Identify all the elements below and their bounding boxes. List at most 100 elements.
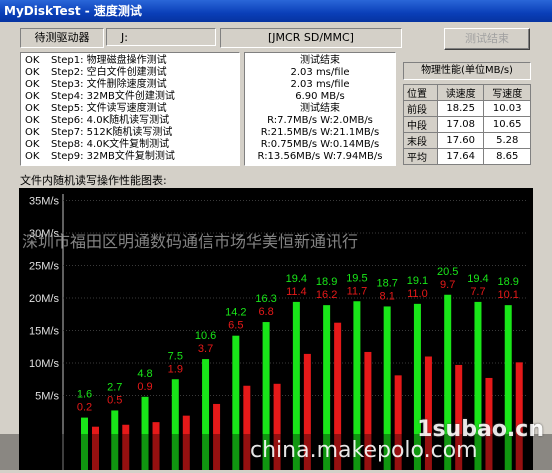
write-value-label: 11.0 (407, 288, 428, 300)
end-test-button[interactable]: 测试结束 (444, 28, 530, 50)
drive-row: 待测驱动器 J: [JMCR SD/MMC] 测试结束 (20, 28, 532, 50)
step-status: OK (25, 103, 40, 114)
step-result: R:13.56MB/s W:7.94MB/s (257, 151, 383, 162)
write-value-label: 0.9 (137, 381, 152, 393)
window-title: MyDiskTest - 速度测试 (0, 0, 552, 22)
perf-read: 17.08 (436, 116, 485, 133)
write-value-label: 0.2 (77, 402, 92, 414)
perf-position: 中段 (403, 116, 438, 133)
drive-name: [JMCR SD/MMC] (220, 28, 402, 48)
step-status: OK (25, 67, 40, 78)
watermark-site1: 1subao.cn (417, 417, 544, 442)
step-name: Step4: 32MB文件创建测试 (51, 91, 175, 102)
chart-title: 文件内随机读写操作性能图表: (20, 174, 167, 187)
step-name: Step3: 文件删除速度测试 (51, 79, 167, 90)
step-row: OK Step5: 文件读写速度测试 (25, 103, 167, 115)
perf-position: 平均 (403, 148, 438, 165)
read-value-label: 19.1 (407, 275, 428, 287)
step-result: R:0.75MB/s W:0.14MB/s (260, 139, 380, 150)
step-result: 测试结束 (300, 103, 340, 114)
read-value-label: 18.9 (316, 276, 337, 288)
read-value-label: 20.5 (437, 266, 458, 278)
perf-write: 10.65 (483, 116, 531, 133)
watermark-shop: 深圳市福田区明通数码通信市场华美恒新通讯行 (22, 232, 359, 251)
read-value-label: 19.4 (286, 273, 307, 285)
step-status: OK (25, 79, 40, 90)
perf-write: 5.28 (483, 132, 531, 149)
perf-write: 10.03 (483, 100, 531, 117)
read-value-label: 18.7 (376, 277, 397, 289)
step-row: OK Step3: 文件删除速度测试 (25, 79, 167, 91)
step-status: OK (25, 151, 40, 162)
write-value-label: 11.4 (286, 286, 307, 298)
step-status: OK (25, 115, 40, 126)
write-value-label: 0.5 (107, 394, 122, 406)
perf-row: 平均 17.64 8.65 (403, 148, 531, 165)
step-status: OK (25, 91, 40, 102)
step-row: OK Step4: 32MB文件创建测试 (25, 91, 175, 103)
step-status: OK (25, 55, 40, 66)
write-value-label: 10.1 (498, 289, 519, 301)
write-value-label: 8.1 (380, 290, 395, 302)
write-value-label: 6.8 (258, 306, 273, 318)
perf-position: 前段 (403, 100, 438, 117)
step-row: OK Step6: 4.0K随机读写测试 (25, 115, 169, 127)
step-row: OK Step8: 4.0K文件复制测试 (25, 139, 169, 151)
step-result: 2.03 ms/file (290, 67, 350, 78)
step-name: Step6: 4.0K随机读写测试 (51, 115, 170, 126)
perf-row: 前段 18.25 10.03 (403, 100, 531, 117)
y-tick-label: 25M/s (29, 261, 59, 273)
drive-label: 待测驱动器 (20, 28, 104, 48)
write-value-label: 11.7 (347, 285, 368, 297)
y-tick-label: 10M/s (29, 358, 59, 370)
read-value-label: 7.5 (168, 350, 183, 362)
y-tick-label: 15M/s (29, 326, 59, 338)
perf-header-position: 位置 (403, 84, 438, 101)
perf-title: 物理性能(单位MB/s) (403, 62, 531, 80)
step-result: 2.03 ms/file (290, 79, 350, 90)
step-status: OK (25, 139, 40, 150)
read-value-label: 14.2 (225, 307, 246, 319)
y-tick-label: 35M/s (29, 196, 59, 208)
perf-row: 末段 17.60 5.28 (403, 132, 531, 149)
read-value-label: 18.9 (498, 276, 519, 288)
perf-read: 17.60 (436, 132, 485, 149)
perf-position: 末段 (403, 132, 438, 149)
step-status: OK (25, 127, 40, 138)
step-name: Step8: 4.0K文件复制测试 (51, 139, 170, 150)
perf-read: 17.64 (436, 148, 485, 165)
y-tick-label: 5M/s (35, 391, 59, 403)
perf-table: 位置 读速度 写速度 前段 18.25 10.03 中段 17.08 10.65… (403, 84, 531, 165)
read-value-label: 2.7 (107, 381, 122, 393)
step-row: OK Step7: 512K随机读写测试 (25, 127, 172, 139)
write-value-label: 16.2 (316, 289, 337, 301)
step-name: Step5: 文件读写速度测试 (51, 103, 167, 114)
write-value-label: 7.7 (470, 286, 485, 298)
perf-row: 中段 17.08 10.65 (403, 116, 531, 133)
step-result: 测试结束 (300, 55, 340, 66)
read-value-label: 10.6 (195, 330, 216, 342)
step-result: R:7.7MB/s W:2.0MB/s (267, 115, 373, 126)
read-value-label: 16.3 (255, 293, 276, 305)
step-row: OK Step9: 32MB文件复制测试 (25, 151, 175, 163)
step-result: R:21.5MB/s W:21.1MB/s (260, 127, 380, 138)
perf-header-read: 读速度 (436, 84, 485, 101)
steps-panel: OK Step1: 物理磁盘操作测试 OK Step2: 空白文件创建测试 OK Step… (20, 52, 240, 166)
write-value-label: 3.7 (198, 343, 213, 355)
y-tick-label: 20M/s (29, 293, 59, 305)
read-value-label: 1.6 (77, 389, 92, 401)
drive-letter: J: (106, 28, 216, 46)
perf-write: 8.65 (483, 148, 531, 165)
write-value-label: 1.9 (168, 363, 183, 375)
write-value-label: 6.5 (228, 320, 243, 332)
perf-read: 18.25 (436, 100, 485, 117)
step-row: OK Step1: 物理磁盘操作测试 (25, 55, 167, 67)
read-value-label: 19.4 (467, 273, 488, 285)
step-name: Step1: 物理磁盘操作测试 (51, 55, 167, 66)
step-name: Step9: 32MB文件复制测试 (51, 151, 175, 162)
step-row: OK Step2: 空白文件创建测试 (25, 67, 167, 79)
step-name: Step7: 512K随机读写测试 (51, 127, 173, 138)
write-value-label: 9.7 (440, 279, 455, 291)
step-result: 6.90 MB/s (295, 91, 345, 102)
read-value-label: 19.5 (346, 272, 367, 284)
